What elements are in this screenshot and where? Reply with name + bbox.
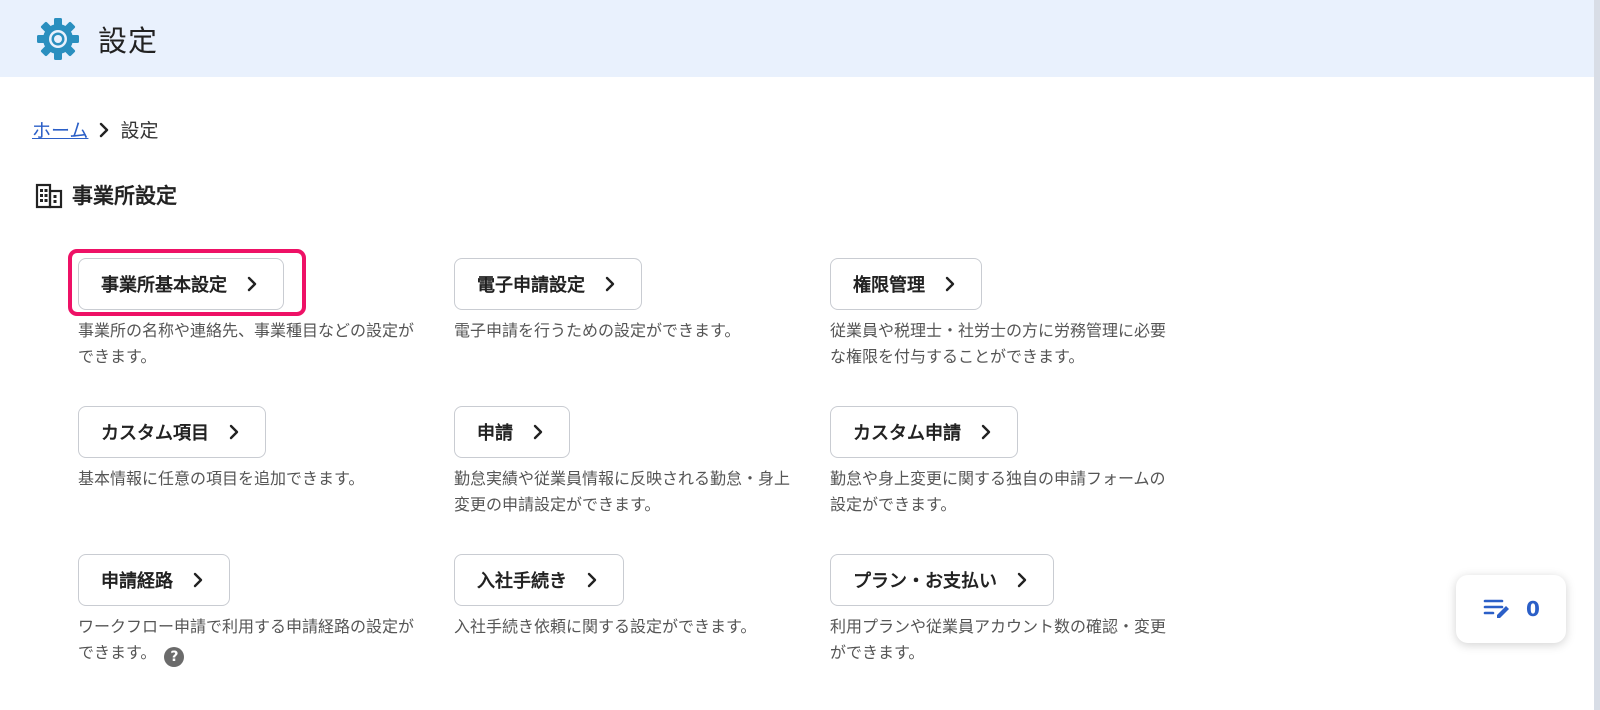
button-label: 権限管理 bbox=[853, 275, 925, 296]
application-button[interactable]: 申請 bbox=[454, 406, 570, 458]
breadcrumb-current: 設定 bbox=[120, 120, 159, 142]
chevron-right-icon bbox=[189, 571, 207, 589]
button-label: 申請 bbox=[477, 423, 513, 444]
help-icon[interactable]: ? bbox=[164, 647, 185, 667]
todo-list-floating-button[interactable]: 0 bbox=[1456, 575, 1566, 643]
chevron-right-icon bbox=[94, 120, 114, 140]
custom-application-button[interactable]: カスタム申請 bbox=[830, 406, 1018, 458]
card-description: 勤怠実績や従業員情報に反映される勤怠・身上変更の申請設定ができます。 bbox=[454, 469, 791, 514]
page-header: 設定 bbox=[0, 0, 1600, 77]
todo-count: 0 bbox=[1526, 597, 1540, 621]
card-description: 利用プランや従業員アカウント数の確認・変更ができます。 bbox=[830, 617, 1167, 662]
permission-management-button[interactable]: 権限管理 bbox=[830, 258, 982, 310]
button-label: 入社手続き bbox=[477, 571, 567, 592]
breadcrumb-home-link[interactable]: ホーム bbox=[32, 116, 88, 143]
card-description: 勤怠や身上変更に関する独自の申請フォームの設定ができます。 bbox=[830, 469, 1166, 514]
card-description: 基本情報に任意の項目を追加できます。 bbox=[78, 469, 365, 488]
section-header: 事業所設定 bbox=[34, 180, 177, 210]
custom-fields-button[interactable]: カスタム項目 bbox=[78, 406, 266, 458]
chevron-right-icon bbox=[225, 423, 243, 441]
chevron-right-icon bbox=[583, 571, 601, 589]
chevron-right-icon bbox=[1013, 571, 1031, 589]
button-label: 電子申請設定 bbox=[477, 275, 585, 296]
approval-route-button[interactable]: 申請経路 bbox=[78, 554, 230, 606]
card-description: ワークフロー申請で利用する申請経路の設定ができます。? bbox=[78, 614, 428, 667]
button-label: 事業所基本設定 bbox=[101, 275, 227, 296]
card-description: 従業員や税理士・社労士の方に労務管理に必要な権限を付与することができます。 bbox=[830, 321, 1167, 366]
chevron-right-icon bbox=[941, 275, 959, 293]
button-label: プラン・お支払い bbox=[853, 571, 997, 592]
office-basic-settings-button[interactable]: 事業所基本設定 bbox=[78, 258, 284, 310]
button-label: カスタム項目 bbox=[101, 423, 209, 444]
chevron-right-icon bbox=[243, 275, 261, 293]
button-label: カスタム申請 bbox=[853, 423, 961, 444]
breadcrumb: ホーム 設定 bbox=[32, 116, 158, 143]
chevron-right-icon bbox=[529, 423, 547, 441]
chevron-right-icon bbox=[977, 423, 995, 441]
e-application-settings-button[interactable]: 電子申請設定 bbox=[454, 258, 642, 310]
card-description-text: ワークフロー申請で利用する申請経路の設定ができます。 bbox=[78, 617, 415, 662]
window-edge bbox=[1594, 0, 1600, 710]
card-description: 事業所の名称や連絡先、事業種目などの設定ができます。 bbox=[78, 321, 415, 366]
edit-list-icon bbox=[1483, 599, 1510, 618]
plan-payment-button[interactable]: プラン・お支払い bbox=[830, 554, 1054, 606]
building-icon bbox=[35, 183, 63, 209]
chevron-right-icon bbox=[601, 275, 619, 293]
card-description: 入社手続き依頼に関する設定ができます。 bbox=[454, 617, 757, 636]
button-label: 申請経路 bbox=[101, 571, 173, 592]
onboarding-procedure-button[interactable]: 入社手続き bbox=[454, 554, 624, 606]
card-description: 電子申請を行うための設定ができます。 bbox=[454, 321, 741, 340]
gear-icon bbox=[36, 17, 80, 61]
section-title: 事業所設定 bbox=[72, 184, 177, 208]
page-title: 設定 bbox=[98, 23, 159, 58]
